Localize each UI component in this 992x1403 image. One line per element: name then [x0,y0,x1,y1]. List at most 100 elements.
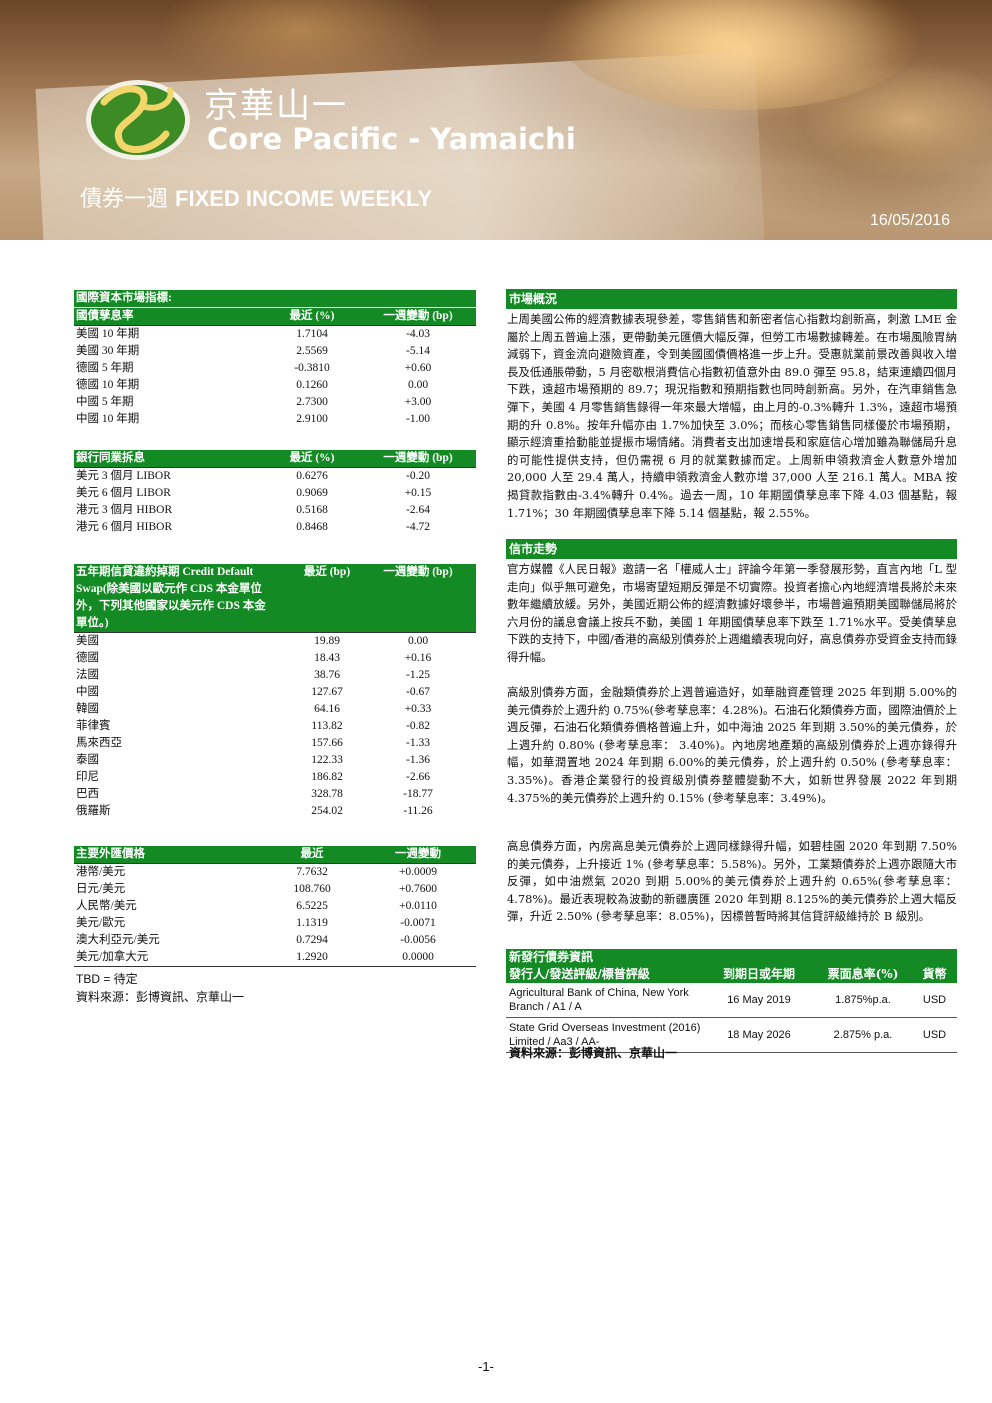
col-header: 一週變動 (bp) [360,564,476,633]
cpy-logo-icon [86,80,190,160]
table-row: 澳大利亞元/美元 0.7294 -0.0056 [74,932,476,949]
row-change: -0.0071 [400,917,436,929]
credit-paragraph-2: 高級別債券方面，金融類債券於上週普遍造好，如華融資產管理 2025 年到期 5.… [507,685,957,805]
row-change: -0.82 [406,720,430,732]
table-row: 中國 5 年期 2.7300 +3.00 [74,394,476,411]
row-latest: 0.9069 [296,487,328,499]
table-row: 韓國 64.16 +0.33 [74,701,476,718]
section-heading-market: 市場概況 [506,289,957,309]
fx-table: 主要外匯價格 最近 一週變動 港幣/美元 7.7632 +0.0009 日元/美元 1… [74,846,476,967]
row-change: -18.77 [403,788,433,800]
row-name: 德國 5 年期 [76,362,134,374]
new-issue-table: 新發行債券資訊 發行人/發送評級/標普評級 到期日或年期 票面息率(%) 貨幣 … [506,949,957,1053]
row-change: +0.0009 [398,866,438,878]
col-header: 主要外匯價格 [74,846,264,864]
row-name: 美元 3 個月 LIBOR [76,470,171,482]
table-row: 日元/美元 108.760 +0.7600 [74,881,476,898]
row-name: 德國 10 年期 [76,379,140,391]
row-name: 馬來西亞 [76,737,122,749]
row-change: -2.64 [406,504,430,516]
row-latest: 0.1260 [296,379,328,391]
row-name: 德國 [76,652,99,664]
table-header-row: 國債孳息率 最近 (%) 一週變動 (bp) [74,307,476,326]
row-name: 港元 6 個月 HIBOR [76,521,173,533]
gov-bond-table: 國際資本市場指標: 國債孳息率 最近 (%) 一週變動 (bp) 美國 10 年… [74,290,476,428]
row-name: 俄羅斯 [76,805,111,817]
cds-header-line: 單位。) [76,617,109,629]
section-title: 國際資本市場指標: [74,290,476,308]
row-latest: 0.5168 [296,504,328,516]
col-header: 最近 (%) [264,307,360,326]
row-name: 港幣/美元 [76,866,126,878]
row-name: 美元 6 個月 LIBOR [76,487,171,499]
credit-paragraph-1: 官方媒體《人民日報》邀請一名「權威人士」評論今年第一季發展形勢，直言內地「L 型… [507,562,957,664]
row-name: 美元/歐元 [76,917,126,929]
row-latest: 0.7294 [296,934,328,946]
row-latest: 127.67 [311,686,343,698]
col-header: 發行人/發送評級/標普評級 [506,966,704,983]
table-header-row: 發行人/發送評級/標普評級 到期日或年期 票面息率(%) 貨幣 [506,966,957,983]
market-paragraph: 上周美國公佈的經濟數據表現參差，零售銷售和新密者信心指數均創新高，刺激 LME … [507,312,957,520]
row-name: 港元 3 個月 HIBOR [76,504,173,516]
table-row: 美元/加拿大元 1.2920 0.0000 [74,949,476,967]
col-header: 最近 [264,846,360,864]
table-row: 俄羅斯 254.02 -11.26 [74,803,476,820]
row-latest: 254.02 [311,805,343,817]
table-row: 中國 127.67 -0.67 [74,684,476,701]
coupon-cell: 1.875%p.a. [814,983,912,1018]
col-header: 貨幣 [912,966,957,983]
issuer-cell: Agricultural Bank of China, New York Bra… [506,983,704,1018]
row-change: -0.0056 [400,934,436,946]
row-latest: 186.82 [311,771,343,783]
table-row: 美元 3 個月 LIBOR 0.6276 -0.20 [74,468,476,486]
table-row: 美國 10 年期 1.7104 -4.03 [74,326,476,344]
row-latest: 157.66 [311,737,343,749]
row-change: +0.60 [404,362,432,374]
row-latest: 38.76 [314,669,340,681]
col-header: 最近 (bp) [294,564,360,633]
cds-table: 五年期信貸違約掉期 Credit Default Swap(除美國以歐元作 CD… [74,564,476,820]
row-change: -0.67 [406,686,430,698]
col-header: 一週變動 (bp) [360,307,476,326]
col-header: 一週變動 (bp) [360,450,476,468]
row-name: 中國 5 年期 [76,396,134,408]
table-section-title-row: 國際資本市場指標: [74,290,476,308]
table-row: 泰國 122.33 -1.36 [74,752,476,769]
row-name: 中國 10 年期 [76,413,140,425]
maturity-cell: 16 May 2019 [704,983,814,1018]
row-name: 美元/加拿大元 [74,949,264,967]
row-latest: 2.7300 [296,396,328,408]
tbd-note: TBD = 待定 [76,972,138,986]
row-name: 美國 10 年期 [76,328,140,340]
table-row: 法國 38.76 -1.25 [74,667,476,684]
table-row: Agricultural Bank of China, New York Bra… [506,983,957,1018]
row-latest: 7.7632 [296,866,328,878]
table-row: 德國 18.43 +0.16 [74,650,476,667]
col-header: 票面息率(%) [814,966,912,983]
row-latest: 2.9100 [296,413,328,425]
table-row: 菲律賓 113.82 -0.82 [74,718,476,735]
source-note: 資料來源：彭博資訊、京華山一 [76,990,245,1004]
table-row: 港元 3 個月 HIBOR 0.5168 -2.64 [74,502,476,519]
interbank-rate-table: 銀行同業拆息 最近 (%) 一週變動 (bp) 美元 3 個月 LIBOR 0.6… [74,450,476,536]
row-latest: 1.7104 [296,328,328,340]
col-header: 到期日或年期 [704,966,814,983]
cds-header-line: 外，下列其他國家以美元作 CDS 本金 [76,600,266,612]
row-change: -0.20 [406,470,430,482]
row-change: 0.00 [407,379,429,391]
row-name: 泰國 [76,754,99,766]
row-change: -4.72 [406,521,430,533]
row-latest: 18.43 [314,652,340,664]
row-change: -5.14 [406,345,430,357]
row-latest: 0.6276 [296,470,328,482]
table-row: 美國 19.89 0.00 [74,633,476,651]
brand-name-en: Core Pacific - Yamaichi [207,122,576,156]
row-name: 澳大利亞元/美元 [76,934,160,946]
row-change: 0.0000 [360,949,476,967]
section-heading-credit: 信市走勢 [506,539,957,559]
table-row: 美國 30 年期 2.5569 -5.14 [74,343,476,360]
row-latest: 0.8468 [296,521,328,533]
row-change: 0.00 [407,635,429,647]
row-name: 韓國 [76,703,99,715]
table-row: 美元 6 個月 LIBOR 0.9069 +0.15 [74,485,476,502]
